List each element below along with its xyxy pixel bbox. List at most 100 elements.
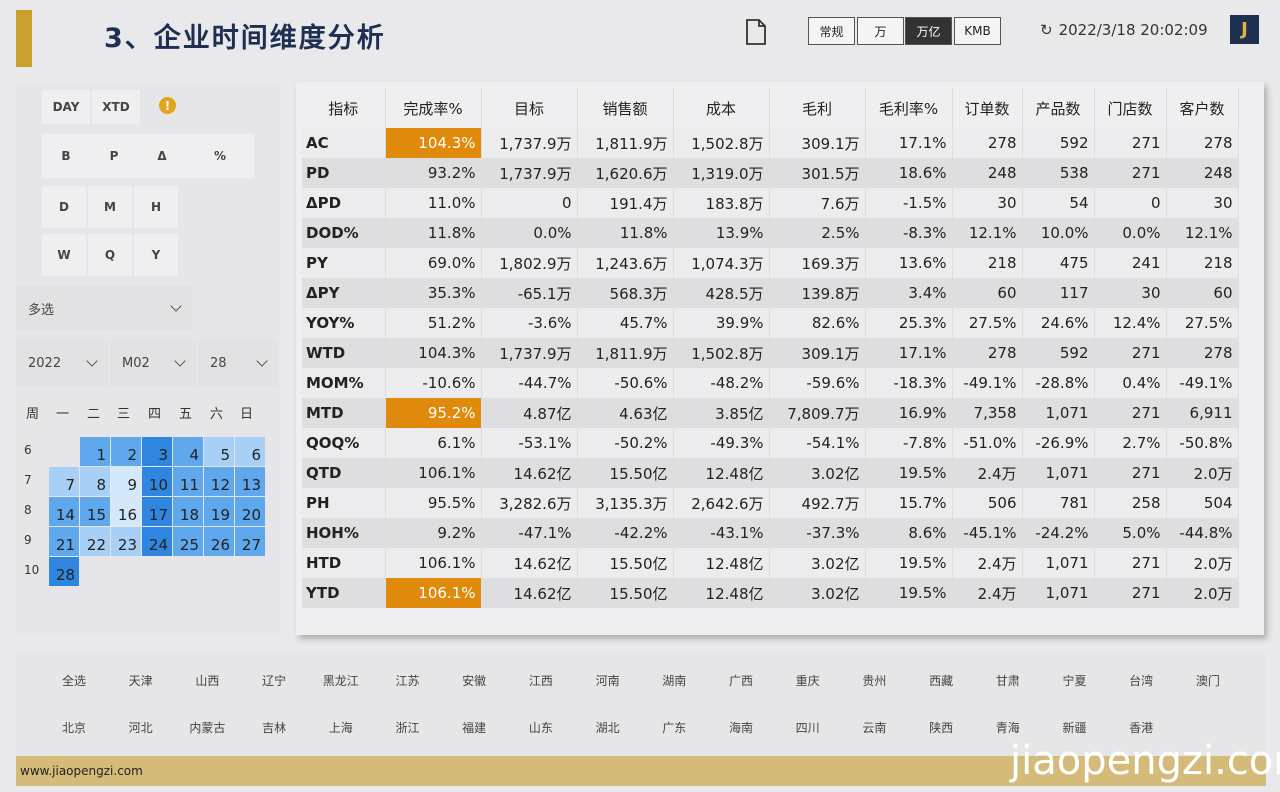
province-item[interactable]: 新疆: [1042, 719, 1108, 736]
unit-normal-button[interactable]: 常规: [808, 17, 855, 45]
avatar[interactable]: J: [1230, 15, 1259, 44]
unit-kmb-button[interactable]: KMB: [954, 17, 1001, 45]
province-item[interactable]: 全选: [41, 672, 107, 689]
chip-delta[interactable]: Δ: [138, 134, 186, 178]
calendar-day[interactable]: 22: [80, 527, 110, 556]
col-header[interactable]: 产品数: [1022, 88, 1095, 128]
unit-wan-button[interactable]: 万: [857, 17, 904, 45]
chip-d[interactable]: D: [42, 186, 86, 228]
calendar-day[interactable]: 16: [111, 497, 141, 526]
province-item[interactable]: 山东: [508, 719, 574, 736]
province-item[interactable]: 上海: [308, 719, 374, 736]
province-item[interactable]: 浙江: [375, 719, 441, 736]
province-item[interactable]: 福建: [441, 719, 507, 736]
calendar-day[interactable]: 26: [204, 527, 234, 556]
province-item[interactable]: 香港: [1108, 719, 1174, 736]
table-row[interactable]: ΔPY 35.3% -65.1万 568.3万 428.5万 139.8万 3.4% 60 11…: [302, 278, 1239, 308]
warning-icon[interactable]: !: [159, 97, 176, 114]
province-item[interactable]: 青海: [975, 719, 1041, 736]
table-row[interactable]: QOQ% 6.1% -53.1% -50.2% -49.3% -54.1% -7.8% -51…: [302, 428, 1239, 458]
province-item[interactable]: 贵州: [841, 672, 907, 689]
col-header[interactable]: 客户数: [1166, 88, 1239, 128]
province-item[interactable]: 西藏: [908, 672, 974, 689]
col-header[interactable]: 订单数: [952, 88, 1023, 128]
chip-y[interactable]: Y: [134, 234, 178, 276]
chip-xtd[interactable]: XTD: [92, 90, 140, 124]
chip-day[interactable]: DAY: [42, 90, 90, 124]
province-item[interactable]: 广西: [708, 672, 774, 689]
calendar-day[interactable]: 14: [49, 497, 79, 526]
multi-select-dropdown[interactable]: 多选: [16, 286, 192, 330]
col-header[interactable]: 销售额: [577, 88, 674, 128]
calendar-day[interactable]: 2: [111, 437, 141, 466]
province-item[interactable]: 云南: [841, 719, 907, 736]
calendar-day[interactable]: 13: [235, 467, 265, 496]
province-item[interactable]: 广东: [641, 719, 707, 736]
calendar-day[interactable]: 25: [173, 527, 203, 556]
table-row[interactable]: HOH% 9.2% -47.1% -42.2% -43.1% -37.3% 8.6% -45.…: [302, 518, 1239, 548]
table-row[interactable]: PD 93.2% 1,737.9万 1,620.6万 1,319.0万 301.5万 18.…: [302, 158, 1239, 188]
document-icon[interactable]: [745, 19, 767, 45]
table-row[interactable]: YOY% 51.2% -3.6% 45.7% 39.9% 82.6% 25.3% 27.5% 2…: [302, 308, 1239, 338]
year-dropdown[interactable]: 2022: [16, 340, 108, 386]
calendar-day[interactable]: 12: [204, 467, 234, 496]
province-item[interactable]: 河南: [575, 672, 641, 689]
province-item[interactable]: 台湾: [1108, 672, 1174, 689]
table-row[interactable]: QTD 106.1% 14.62亿 15.50亿 12.48亿 3.02亿 19.5% 2.4…: [302, 458, 1239, 488]
col-header[interactable]: 成本: [673, 88, 770, 128]
day-dropdown[interactable]: 28: [198, 340, 278, 386]
province-item[interactable]: 吉林: [241, 719, 307, 736]
province-item[interactable]: 澳门: [1175, 672, 1241, 689]
province-item[interactable]: 辽宁: [241, 672, 307, 689]
calendar-day[interactable]: 6: [235, 437, 265, 466]
calendar-day[interactable]: 5: [204, 437, 234, 466]
table-row[interactable]: YTD 106.1% 14.62亿 15.50亿 12.48亿 3.02亿 19.5% 2.4…: [302, 578, 1239, 608]
calendar-day[interactable]: 21: [49, 527, 79, 556]
table-row[interactable]: MTD 95.2% 4.87亿 4.63亿 3.85亿 7,809.7万 16.9% 7,35…: [302, 398, 1239, 428]
province-item[interactable]: 江苏: [375, 672, 441, 689]
month-dropdown[interactable]: M02: [110, 340, 196, 386]
table-row[interactable]: WTD 104.3% 1,737.9万 1,811.9万 1,502.8万 309.1万 1…: [302, 338, 1239, 368]
calendar-day[interactable]: 23: [111, 527, 141, 556]
col-header[interactable]: 指标: [302, 88, 386, 128]
footer-url[interactable]: www.jiaopengzi.com: [20, 764, 143, 778]
table-row[interactable]: PY 69.0% 1,802.9万 1,243.6万 1,074.3万 169.3万 13.…: [302, 248, 1239, 278]
chip-p[interactable]: P: [90, 134, 138, 178]
province-item[interactable]: 海南: [708, 719, 774, 736]
calendar-day[interactable]: 1: [80, 437, 110, 466]
calendar-day[interactable]: 9: [111, 467, 141, 496]
calendar-day[interactable]: 27: [235, 527, 265, 556]
refresh-timestamp[interactable]: ↻ 2022/3/18 20:02:09: [1040, 21, 1208, 39]
col-header[interactable]: 完成率%: [385, 88, 482, 128]
table-row[interactable]: HTD 106.1% 14.62亿 15.50亿 12.48亿 3.02亿 19.5% 2.4…: [302, 548, 1239, 578]
col-header[interactable]: 目标: [481, 88, 578, 128]
calendar-day[interactable]: 10: [142, 467, 172, 496]
calendar-day[interactable]: 15: [80, 497, 110, 526]
calendar-day[interactable]: 18: [173, 497, 203, 526]
col-header[interactable]: 毛利率%: [865, 88, 953, 128]
calendar-day[interactable]: 3: [142, 437, 172, 466]
province-item[interactable]: 四川: [775, 719, 841, 736]
table-row[interactable]: DOD% 11.8% 0.0% 11.8% 13.9% 2.5% -8.3% 12.1% 10.…: [302, 218, 1239, 248]
province-item[interactable]: 陕西: [908, 719, 974, 736]
calendar-day[interactable]: 24: [142, 527, 172, 556]
col-header[interactable]: 毛利: [769, 88, 866, 128]
table-row[interactable]: PH 95.5% 3,282.6万 3,135.3万 2,642.6万 492.7万 15.…: [302, 488, 1239, 518]
province-item[interactable]: 湖南: [641, 672, 707, 689]
province-item[interactable]: 山西: [174, 672, 240, 689]
col-header[interactable]: 门店数: [1094, 88, 1167, 128]
province-item[interactable]: 江西: [508, 672, 574, 689]
chip-b[interactable]: B: [42, 134, 90, 178]
province-item[interactable]: 内蒙古: [174, 719, 240, 736]
chip-h[interactable]: H: [134, 186, 178, 228]
chip-q[interactable]: Q: [88, 234, 132, 276]
province-item[interactable]: 安徽: [441, 672, 507, 689]
province-item[interactable]: 宁夏: [1042, 672, 1108, 689]
table-row[interactable]: ΔPD 11.0% 0 191.4万 183.8万 7.6万 -1.5% 30 54 0 30: [302, 188, 1239, 218]
calendar-day[interactable]: 17: [142, 497, 172, 526]
table-row[interactable]: MOM% -10.6% -44.7% -50.6% -48.2% -59.6% -18.3%…: [302, 368, 1239, 398]
province-item[interactable]: 天津: [108, 672, 174, 689]
calendar-day[interactable]: 8: [80, 467, 110, 496]
calendar-day[interactable]: 28: [49, 557, 79, 586]
chip-m[interactable]: M: [88, 186, 132, 228]
